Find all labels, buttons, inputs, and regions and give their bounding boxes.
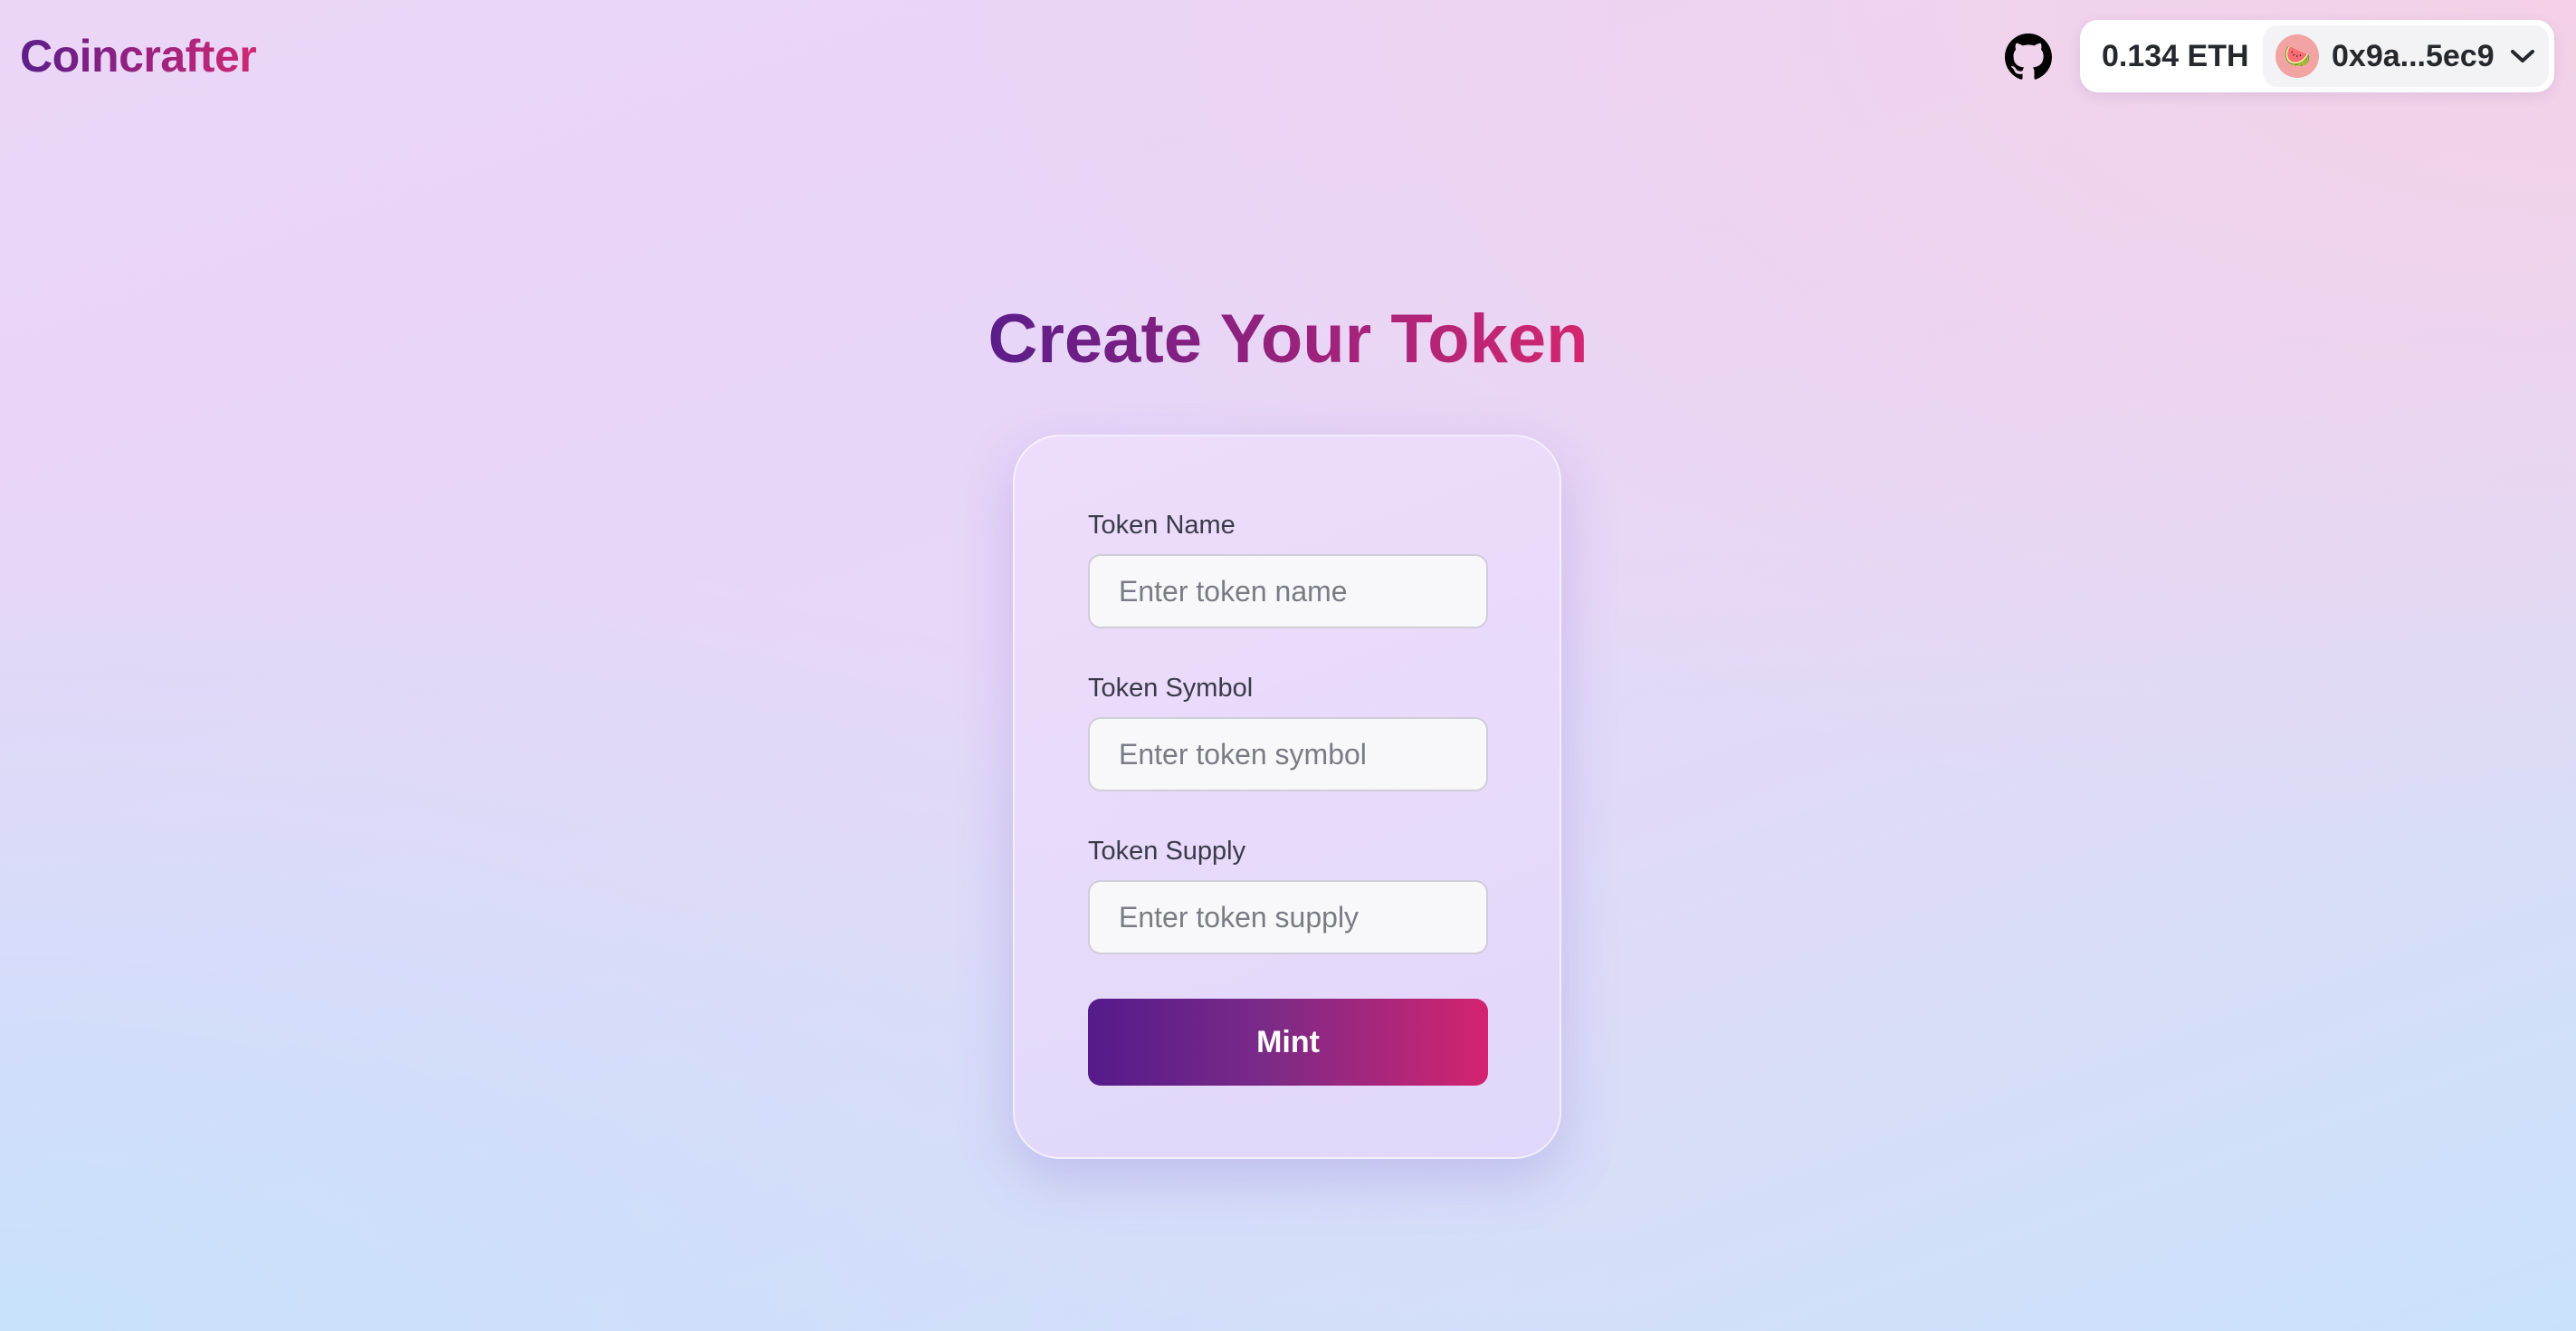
- wallet-balance[interactable]: 0.134 ETH: [2080, 39, 2274, 74]
- avatar-icon: 🍉: [2275, 34, 2319, 78]
- account-button[interactable]: 🍉 0x9a...5ec9: [2263, 25, 2549, 87]
- token-name-input[interactable]: [1088, 554, 1488, 628]
- wallet-connect-button[interactable]: 0.134 ETH 🍉 0x9a...5ec9: [2080, 20, 2554, 92]
- page-title: Create Your Token: [0, 294, 2576, 385]
- token-form-card: Token Name Token Symbol Token Supply Min…: [1013, 435, 1561, 1159]
- wallet-address: 0x9a...5ec9: [2332, 38, 2495, 73]
- github-icon[interactable]: [2005, 34, 2052, 81]
- token-supply-input[interactable]: [1088, 880, 1488, 954]
- token-supply-label: Token Supply: [1088, 837, 1246, 866]
- token-symbol-label: Token Symbol: [1088, 674, 1254, 703]
- mint-button[interactable]: Mint: [1088, 999, 1488, 1086]
- brand-logo[interactable]: Coincrafter: [20, 25, 257, 87]
- page-title-text: Create Your Token: [987, 301, 1589, 378]
- chevron-down-icon[interactable]: [2509, 45, 2536, 67]
- token-name-label: Token Name: [1088, 511, 1236, 540]
- token-symbol-input[interactable]: [1088, 717, 1488, 791]
